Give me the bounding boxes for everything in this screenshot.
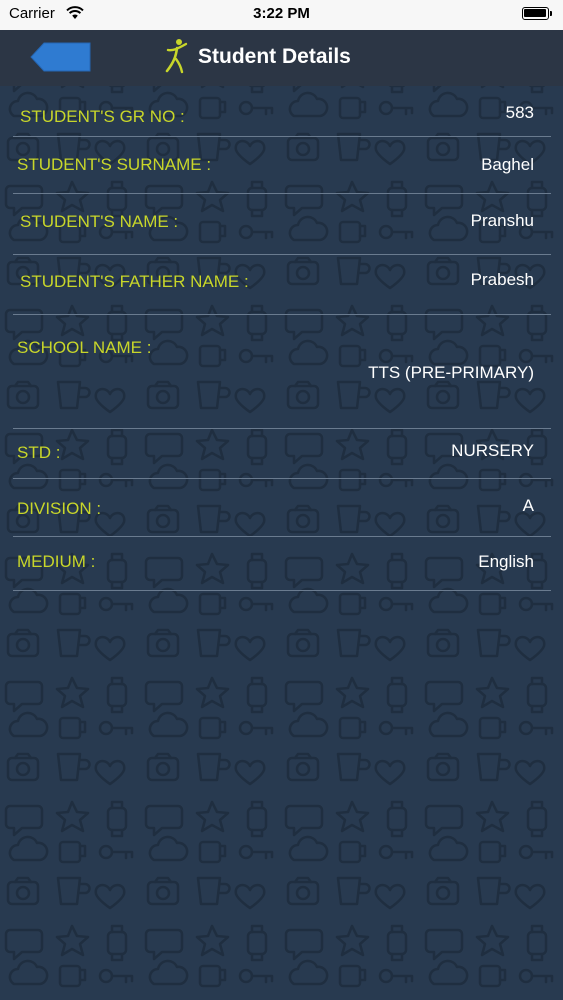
name-value: Pranshu xyxy=(470,211,534,230)
school-name-label: SCHOOL NAME : xyxy=(17,338,152,357)
surname-label: STUDENT'S SURNAME : xyxy=(17,155,212,174)
surname-value: Baghel xyxy=(481,155,534,174)
division-value: A xyxy=(522,496,534,515)
row-divider xyxy=(13,590,551,591)
status-bar: Carrier 3:22 PM xyxy=(0,0,563,30)
detail-row-name: STUDENT'S NAME : Pranshu xyxy=(0,194,563,255)
school-name-value: TTS (PRE-PRIMARY) xyxy=(368,363,534,382)
detail-row-std: STD : NURSERY xyxy=(0,429,563,479)
division-label: DIVISION : xyxy=(17,499,102,518)
detail-row-division: DIVISION : A xyxy=(0,479,563,537)
back-button[interactable] xyxy=(30,42,92,72)
navigation-bar: Student Details xyxy=(0,30,563,86)
status-time: 3:22 PM xyxy=(253,5,310,22)
father-name-value: Prabesh xyxy=(470,270,534,289)
detail-row-father-name: STUDENT'S FATHER NAME : Prabesh xyxy=(0,255,563,315)
std-label: STD : xyxy=(17,443,61,462)
detail-row-medium: MEDIUM : English xyxy=(0,537,563,591)
gr-no-value: 583 xyxy=(505,103,534,122)
medium-label: MEDIUM : xyxy=(17,552,96,571)
back-arrow-icon xyxy=(30,42,91,72)
battery-icon xyxy=(522,7,552,20)
detail-row-gr-no: STUDENT'S GR NO : 583 xyxy=(0,86,563,137)
student-details-screen: Carrier 3:22 PM Student Details STUDENT'… xyxy=(0,0,563,1000)
gr-no-label: STUDENT'S GR NO : xyxy=(20,107,185,126)
detail-row-school-name: SCHOOL NAME : TTS (PRE-PRIMARY) xyxy=(0,315,563,429)
std-value: NURSERY xyxy=(451,441,534,460)
name-label: STUDENT'S NAME : xyxy=(20,212,179,231)
figure-logo-icon xyxy=(165,39,188,74)
detail-row-surname: STUDENT'S SURNAME : Baghel xyxy=(0,137,563,194)
medium-value: English xyxy=(478,552,534,571)
father-name-label: STUDENT'S FATHER NAME : xyxy=(20,272,249,291)
page-title: Student Details xyxy=(198,45,351,68)
